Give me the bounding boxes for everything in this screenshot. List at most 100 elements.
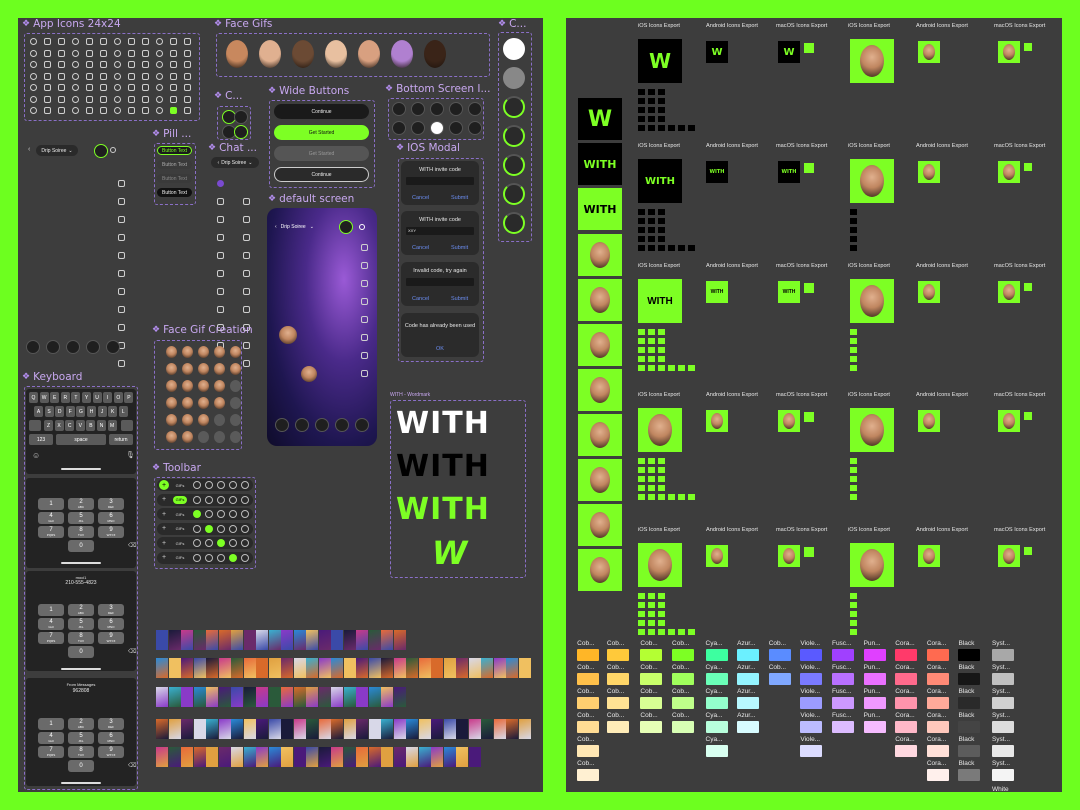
background-thumbnail[interactable]: [406, 747, 418, 767]
color-swatch[interactable]: [705, 649, 728, 661]
used-code-modal[interactable]: Code has already been used OK: [401, 313, 479, 357]
background-thumbnail[interactable]: [243, 747, 256, 767]
background-thumbnail[interactable]: [293, 658, 306, 678]
color-swatch[interactable]: [958, 697, 981, 709]
key-m[interactable]: M: [107, 420, 117, 431]
background-thumbnail[interactable]: [406, 658, 418, 678]
mic-off-icon[interactable]: [449, 121, 463, 135]
color-swatch[interactable]: [577, 697, 600, 709]
background-thumbnail[interactable]: [456, 747, 468, 767]
background-thumbnail[interactable]: [468, 747, 481, 767]
color-swatch[interactable]: [672, 673, 695, 685]
key-n[interactable]: N: [97, 420, 106, 431]
key-q[interactable]: Q: [29, 392, 38, 403]
toolbar-icon[interactable]: [205, 539, 213, 547]
toolbar-icon[interactable]: [217, 539, 225, 547]
background-thumbnail[interactable]: [168, 630, 181, 650]
camera-icon[interactable]: [430, 102, 444, 116]
dial-key-4[interactable]: 4 GHI: [38, 732, 64, 744]
color-swatch[interactable]: [800, 721, 823, 733]
numbers-key[interactable]: 123: [29, 434, 53, 445]
add-icon[interactable]: +: [159, 538, 169, 548]
color-swatch[interactable]: [926, 769, 949, 781]
settings-icon[interactable]: [118, 324, 125, 331]
background-thumbnail[interactable]: [206, 658, 218, 678]
dial-key-8[interactable]: 8 TUV: [68, 632, 94, 644]
color-swatch[interactable]: [958, 673, 981, 685]
chat-icon[interactable]: [359, 224, 365, 230]
background-thumbnail[interactable]: [218, 687, 231, 707]
sparkle-icon[interactable]: [118, 306, 125, 313]
background-thumbnail[interactable]: [368, 658, 381, 678]
toolbar-icon[interactable]: [217, 524, 225, 533]
key-o[interactable]: O: [113, 392, 123, 403]
chat-icon[interactable]: [468, 121, 482, 135]
background-thumbnail[interactable]: [356, 687, 368, 707]
background-thumbnail[interactable]: [156, 747, 168, 767]
color-swatch[interactable]: [958, 745, 981, 757]
background-thumbnail[interactable]: [381, 747, 393, 767]
key-l[interactable]: L: [118, 406, 128, 417]
background-thumbnail[interactable]: [256, 630, 268, 650]
color-swatch[interactable]: [895, 697, 918, 709]
submit-link[interactable]: Submit: [451, 195, 468, 201]
background-thumbnail[interactable]: [331, 630, 343, 650]
dial-key-2[interactable]: 2 ABC: [68, 718, 94, 730]
dial-key-0[interactable]: 0: [68, 760, 94, 772]
key-t[interactable]: T: [71, 392, 81, 403]
background-thumbnail[interactable]: [518, 658, 531, 678]
image-icon[interactable]: [217, 288, 224, 295]
color-swatch[interactable]: [863, 649, 886, 661]
chat-dropdown[interactable]: ‹ Drip Soiree ⌄: [211, 157, 259, 168]
background-thumbnail[interactable]: [231, 658, 243, 678]
background-thumbnail[interactable]: [256, 658, 268, 678]
background-thumbnail[interactable]: [393, 687, 406, 707]
key-d[interactable]: D: [55, 406, 65, 417]
refresh-icon[interactable]: [118, 234, 125, 241]
toolbar-icon[interactable]: [217, 553, 225, 562]
color-swatch[interactable]: [577, 721, 600, 733]
loading-icon[interactable]: [217, 198, 224, 205]
toolbar-icon[interactable]: [229, 524, 237, 533]
gifs-tab[interactable]: GIFs: [173, 481, 187, 489]
color-swatch[interactable]: [991, 769, 1014, 781]
camera-icon[interactable]: [66, 340, 80, 354]
dial-key-2[interactable]: 2 ABC: [68, 498, 94, 510]
chat-icon[interactable]: [234, 110, 248, 124]
rewind-icon[interactable]: [275, 418, 289, 432]
toolbar-icon[interactable]: [217, 481, 225, 489]
color-swatch[interactable]: [577, 673, 600, 685]
toolbar-icon[interactable]: [205, 553, 213, 562]
color-swatch[interactable]: [606, 721, 629, 733]
rewind-icon[interactable]: [26, 340, 40, 354]
get-started-button[interactable]: Get Started: [274, 125, 369, 140]
more-icon[interactable]: [243, 360, 250, 367]
dial-key-9[interactable]: 9 WXYZ: [98, 746, 124, 758]
dial-key-9[interactable]: 9 WXYZ: [98, 526, 124, 538]
camera-off-icon[interactable]: [295, 418, 309, 432]
background-thumbnail[interactable]: [306, 719, 318, 739]
color-swatch[interactable]: [991, 697, 1014, 709]
background-thumbnail[interactable]: [231, 687, 243, 707]
camera-off-icon[interactable]: [411, 121, 425, 135]
background-thumbnail[interactable]: [181, 719, 193, 739]
color-swatch[interactable]: [672, 721, 695, 733]
background-thumbnail[interactable]: [431, 658, 443, 678]
background-thumbnail[interactable]: [218, 630, 231, 650]
background-thumbnail[interactable]: [293, 719, 306, 739]
volume-icon[interactable]: [243, 198, 250, 205]
background-thumbnail[interactable]: [268, 630, 281, 650]
background-thumbnail[interactable]: [206, 687, 218, 707]
screen-side-icon[interactable]: [361, 244, 368, 251]
dial-key-5[interactable]: 5 JKL: [68, 618, 94, 630]
toolbar-icon[interactable]: [205, 524, 213, 533]
volume-icon[interactable]: [217, 180, 224, 187]
delete-key[interactable]: [121, 420, 133, 431]
cube-icon[interactable]: [217, 252, 224, 259]
cancel-link[interactable]: Cancel: [412, 245, 429, 251]
color-swatch[interactable]: [958, 721, 981, 733]
background-thumbnail[interactable]: [443, 658, 456, 678]
background-thumbnail[interactable]: [343, 630, 356, 650]
toolbar-icon[interactable]: [229, 539, 237, 547]
key-b[interactable]: B: [86, 420, 96, 431]
